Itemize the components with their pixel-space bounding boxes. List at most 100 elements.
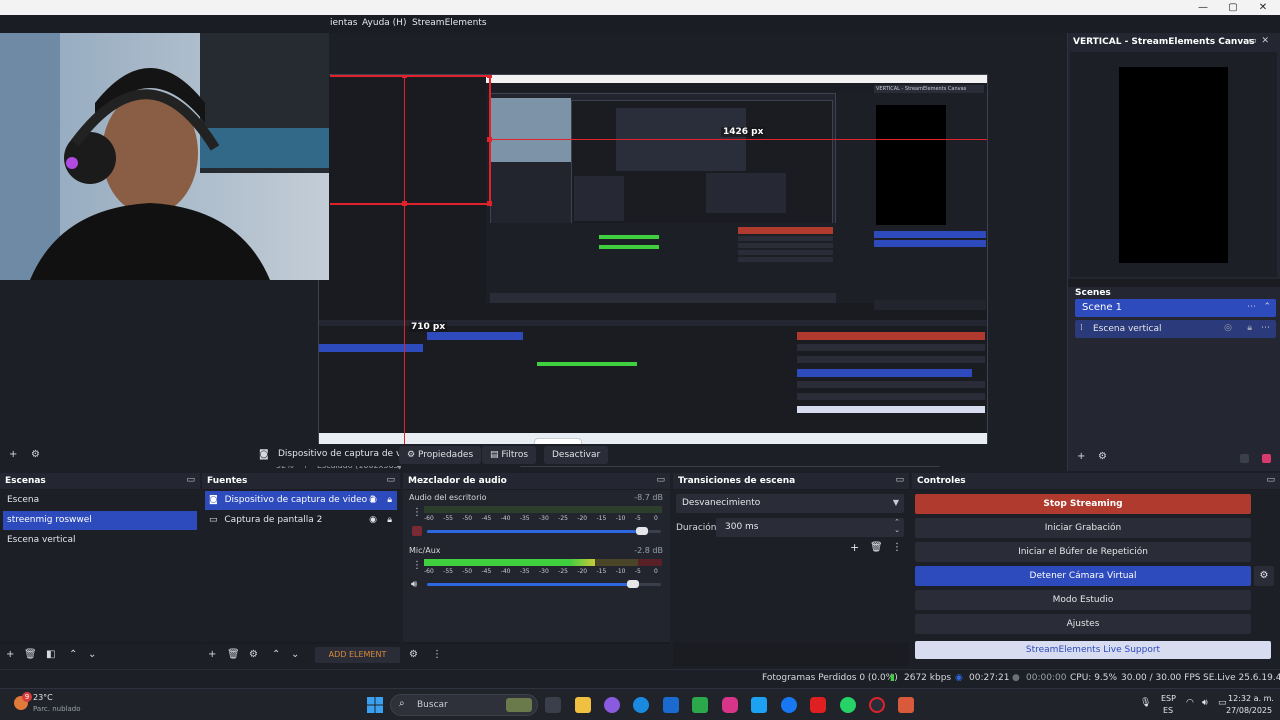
lock-icon[interactable]: 🔒︎ <box>1247 323 1252 333</box>
trash-icon[interactable]: 🗑︎ <box>870 542 883 553</box>
deactivate-button[interactable]: Desactivar <box>544 446 609 464</box>
trash-icon[interactable]: 🗑︎ <box>227 649 240 660</box>
arrow-down-icon[interactable]: ⌄ <box>88 649 96 660</box>
gear-icon[interactable]: ⚙ <box>1098 451 1107 462</box>
add-icon[interactable]: + <box>850 541 859 554</box>
start-recording-button[interactable]: Iniciar Grabación <box>915 518 1251 538</box>
language-bottom[interactable]: ES <box>1163 706 1173 715</box>
chevron-down-icon[interactable]: ⌄ <box>894 526 900 534</box>
volume-slider-thumb[interactable] <box>636 527 649 535</box>
dock-menu-icon[interactable]: ▭ <box>1266 475 1275 485</box>
clock-date[interactable]: 27/08/2025 <box>1226 706 1272 715</box>
stream-icon[interactable] <box>1262 454 1271 463</box>
resize-handle[interactable] <box>487 201 492 206</box>
add-icon[interactable]: + <box>208 649 216 660</box>
transition-select[interactable]: Desvanecimiento ▼ <box>676 494 904 513</box>
streamelements-live-support-button[interactable]: StreamElements Live Support <box>915 641 1271 659</box>
instagram-icon[interactable] <box>722 697 738 713</box>
arrow-down-icon[interactable]: ⌄ <box>291 649 299 660</box>
minimize-button[interactable]: — <box>1188 0 1218 15</box>
start-replay-buffer-button[interactable]: Iniciar el Búfer de Repetición <box>915 542 1251 562</box>
preview-canvas[interactable]: VERTICAL - StreamElements Canvas 1426 px… <box>318 74 988 450</box>
chevron-up-icon[interactable]: ⌃ <box>894 518 900 526</box>
lock-icon[interactable]: 🔒︎ <box>387 511 392 530</box>
add-icon[interactable]: + <box>9 449 17 460</box>
speaker-icon[interactable]: 🔊︎ <box>411 579 417 590</box>
add-icon[interactable]: + <box>1077 451 1085 462</box>
settings-button[interactable]: Ajustes <box>915 614 1251 634</box>
gear-icon[interactable]: ⚙ <box>249 649 258 660</box>
arrow-up-icon[interactable]: ⌃ <box>272 649 280 660</box>
link-gear-icon[interactable]: ⚙ <box>409 649 418 660</box>
task-view-icon[interactable] <box>545 697 561 713</box>
volume-slider-thumb[interactable] <box>626 580 639 588</box>
more-icon[interactable]: ⋯ <box>1247 302 1256 312</box>
whatsapp-icon[interactable] <box>840 697 856 713</box>
language-top[interactable]: ESP <box>1161 694 1176 703</box>
kick-icon[interactable] <box>692 697 708 713</box>
gear-icon[interactable]: ⚙ <box>31 449 40 460</box>
youtube-icon[interactable] <box>810 697 826 713</box>
edge-icon[interactable] <box>633 697 649 713</box>
dock-menu-icon[interactable]: ▭ <box>895 475 904 485</box>
eye-hidden-icon[interactable]: ◎ <box>1224 323 1232 333</box>
more-icon[interactable]: ⋯ <box>1261 323 1270 333</box>
close-button[interactable]: ✕ <box>1248 0 1278 15</box>
vertical-scene-1[interactable]: Scene 1 ⋯ ⌃ <box>1075 299 1276 317</box>
obs-icon[interactable] <box>869 697 885 713</box>
eye-icon[interactable]: ◉ <box>369 491 377 510</box>
resize-handle[interactable] <box>487 137 492 142</box>
studio-mode-button[interactable]: Modo Estudio <box>915 590 1251 610</box>
app-icon[interactable] <box>898 697 914 713</box>
dock-menu-icon[interactable]: ▭ <box>186 475 195 485</box>
volume-slider[interactable] <box>427 580 661 588</box>
volume-icon[interactable]: 🔊︎ <box>1202 698 1208 708</box>
vertical-scene-2[interactable]: ⁞ Escena vertical ◎ 🔒︎ ⋯ <box>1075 320 1276 338</box>
vertical-preview[interactable] <box>1070 52 1277 277</box>
eye-icon[interactable]: ◉ <box>369 511 377 530</box>
muted-speaker-icon[interactable] <box>412 526 422 536</box>
trash-icon[interactable]: 🗑︎ <box>24 649 37 660</box>
filters-button[interactable]: ▤ Filtros <box>482 446 537 464</box>
clock-time[interactable]: 12:32 a. m. <box>1228 694 1274 703</box>
dock-float-close-icons[interactable]: ▭✕ <box>1248 36 1274 46</box>
record-icon[interactable] <box>1240 454 1249 463</box>
twitter-icon[interactable] <box>751 697 767 713</box>
more-icon[interactable]: ⋮ <box>892 542 902 553</box>
lock-icon[interactable]: 🔒︎ <box>387 491 392 510</box>
add-icon[interactable]: + <box>6 649 14 660</box>
wifi-icon[interactable]: ◠ <box>1186 698 1194 708</box>
resize-handle[interactable] <box>402 201 407 206</box>
scene-item[interactable]: Escena vertical <box>3 531 197 550</box>
scene-item-selected[interactable]: streenmig roswwel <box>3 511 197 530</box>
properties-button[interactable]: ⚙ Propiedades <box>399 446 482 464</box>
file-explorer-icon[interactable] <box>575 697 591 713</box>
stop-virtual-camera-button[interactable]: Detener Cámara Virtual <box>915 566 1251 586</box>
drag-handle-icon[interactable]: ⁞ <box>1080 323 1083 333</box>
microphone-icon[interactable]: 🎙︎ <box>1140 698 1151 708</box>
volume-slider[interactable] <box>427 527 661 535</box>
arrow-up-icon[interactable]: ⌃ <box>69 649 77 660</box>
virtual-camera-settings-gear-icon[interactable]: ⚙ <box>1254 566 1274 586</box>
chevron-up-icon[interactable]: ⌃ <box>1263 302 1271 312</box>
scene-item[interactable]: Escena <box>3 491 197 510</box>
store-icon[interactable] <box>663 697 679 713</box>
channel-menu-icon[interactable]: ⋮ <box>412 560 422 571</box>
menu-tools[interactable]: ientas <box>330 18 357 28</box>
taskbar-search[interactable]: ⌕ Buscar <box>390 694 538 716</box>
windows-start-icon[interactable] <box>367 697 383 713</box>
dock-menu-icon[interactable]: ▭ <box>656 475 665 485</box>
more-icon[interactable]: ⋮ <box>432 649 442 660</box>
menu-help[interactable]: Ayuda (H) <box>362 18 406 28</box>
source-item[interactable]: ▭ Captura de pantalla 2 ◉ 🔒︎ <box>205 511 397 530</box>
facebook-icon[interactable] <box>781 697 797 713</box>
copilot-icon[interactable] <box>604 697 620 713</box>
add-element-button[interactable]: ADD ELEMENT <box>315 647 400 663</box>
menu-streamelements[interactable]: StreamElements <box>412 18 487 28</box>
preview-area[interactable]: VERTICAL - StreamElements Canvas 1426 px… <box>0 33 1065 470</box>
stop-streaming-button[interactable]: Stop Streaming <box>915 494 1251 514</box>
dock-menu-icon[interactable]: ▭ <box>386 475 395 485</box>
channel-menu-icon[interactable]: ⋮ <box>412 507 422 518</box>
source-item-selected[interactable]: ◙ Dispositivo de captura de video 2 ◉ 🔒︎ <box>205 491 397 510</box>
duration-spinbox[interactable]: 300 ms ⌃ ⌄ <box>716 518 904 537</box>
